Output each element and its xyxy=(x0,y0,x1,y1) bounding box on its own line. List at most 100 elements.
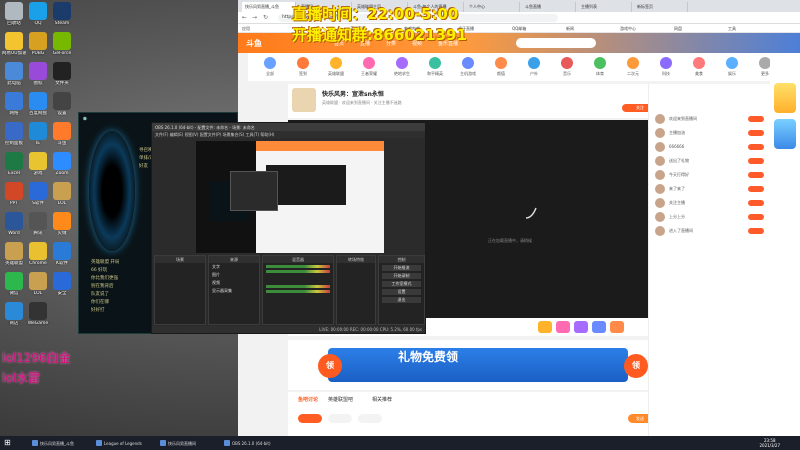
gift-icon-2[interactable] xyxy=(556,321,570,333)
studio-mode-button[interactable]: 工作室模式 xyxy=(382,281,421,287)
streamer-avatar[interactable] xyxy=(292,88,316,112)
gift-icon-1[interactable] xyxy=(538,321,552,333)
browser-tab[interactable]: 主播列表 xyxy=(578,2,632,12)
banner-ling-left[interactable]: 领 xyxy=(318,354,342,378)
gift-icon-5[interactable] xyxy=(610,321,624,333)
category-item[interactable]: 美食 xyxy=(687,57,711,77)
browser-tab[interactable]: 斗鱼直播 xyxy=(522,2,576,12)
category-item[interactable]: 王者荣耀 xyxy=(357,57,381,77)
back-icon[interactable]: ← xyxy=(242,14,247,21)
taskbar-item[interactable]: OBS 26.1.0 (64-bit) xyxy=(222,438,274,448)
category-item[interactable]: 户外 xyxy=(522,57,546,77)
category-item[interactable]: 全部 xyxy=(258,57,282,77)
desktop-icon[interactable]: Word xyxy=(2,212,26,236)
douyu-logo-icon[interactable]: 斗鱼 xyxy=(246,38,262,49)
taskbar-item[interactable]: 快乐风男直播间 xyxy=(158,438,199,448)
desktop-icon[interactable]: WeGame xyxy=(26,302,50,326)
exit-button[interactable]: 退出 xyxy=(382,297,421,303)
search-input[interactable] xyxy=(516,38,596,48)
desktop-icon[interactable]: Steam xyxy=(50,2,74,26)
sidebar-promo-2[interactable] xyxy=(774,119,796,149)
desktop-icon[interactable]: 微信 xyxy=(2,272,26,296)
tab-fishbar[interactable]: 鱼吧讨论 xyxy=(298,396,318,403)
desktop-icon[interactable]: 商店 xyxy=(2,302,26,326)
desktop-icon[interactable]: 游戏 xyxy=(26,152,50,176)
category-item[interactable]: 签到 xyxy=(291,57,315,77)
category-item[interactable]: 体育 xyxy=(588,57,612,77)
bookmark-item[interactable]: 网盘 xyxy=(674,26,682,32)
category-item[interactable]: 音乐 xyxy=(555,57,579,77)
category-item[interactable]: 和平精英 xyxy=(423,57,447,77)
start-stream-button[interactable]: 开始推流 xyxy=(382,265,421,271)
desktop-icon[interactable]: 回收站 xyxy=(2,2,26,26)
category-item[interactable]: 绝地求生 xyxy=(390,57,414,77)
pill-post[interactable] xyxy=(298,414,322,423)
gift-icon-3[interactable] xyxy=(574,321,588,333)
bookmark-item[interactable]: 工具 xyxy=(728,26,736,32)
taskbar-item[interactable]: 快乐风男直播_斗鱼 xyxy=(30,438,77,448)
desktop-icon[interactable]: K软件 xyxy=(50,242,74,266)
desktop-icon[interactable]: LOL xyxy=(50,182,74,206)
taskbar-item[interactable]: League of Legends xyxy=(94,438,145,448)
desktop-icon[interactable]: Excel xyxy=(2,152,26,176)
desktop-icon[interactable]: 安全 xyxy=(50,272,74,296)
desktop-icon[interactable]: LOL xyxy=(26,272,50,296)
desktop-icon[interactable]: 英雄联盟 xyxy=(2,242,26,266)
category-item[interactable]: 颜值 xyxy=(489,57,513,77)
desktop-icon[interactable]: Chrome xyxy=(26,242,50,266)
desktop-icon[interactable]: QQ xyxy=(26,2,50,26)
category-item[interactable]: 二次元 xyxy=(621,57,645,77)
desktop-icon[interactable]: 斗鱼 xyxy=(50,122,74,146)
pill-2[interactable] xyxy=(328,414,352,423)
category-item[interactable]: 科技 xyxy=(654,57,678,77)
desktop-icon[interactable]: 百度网盘 xyxy=(26,92,50,116)
start-record-button[interactable]: 开始录制 xyxy=(382,273,421,279)
category-item[interactable]: 英雄联盟 xyxy=(324,57,348,77)
category-item[interactable]: 娱乐 xyxy=(720,57,744,77)
desktop-icon[interactable]: 网络 xyxy=(2,92,26,116)
browser-tab[interactable]: 新标签页 xyxy=(634,2,688,12)
tab-related[interactable]: 相关推荐 xyxy=(372,396,392,403)
bookmark-item[interactable]: 游戏中心 xyxy=(620,26,636,32)
taskbar-clock[interactable]: 23:58 2021/3/27 xyxy=(759,438,780,448)
obs-source-3[interactable]: 视频 xyxy=(209,279,259,287)
desktop-icon[interactable]: 网易UU加速器 xyxy=(2,32,26,56)
obs-source-2[interactable]: 图片 xyxy=(209,271,259,279)
bookmark-item[interactable]: 新闻 xyxy=(566,26,574,32)
bookmark-item[interactable]: 应用 xyxy=(242,26,250,32)
forward-icon[interactable]: → xyxy=(252,14,257,21)
browser-tab[interactable]: 个人中心 xyxy=(466,2,520,12)
desktop-icon[interactable]: 控制面板 xyxy=(2,122,26,146)
desktop-icon[interactable]: 火绒 xyxy=(50,212,74,236)
desktop-icon[interactable]: PUBG xyxy=(26,32,50,56)
obs-source-4[interactable]: 显示器采集 xyxy=(209,287,259,295)
desktop-icon[interactable]: 此电脑 xyxy=(2,62,26,86)
tab-lolbar[interactable]: 英雄联盟吧 xyxy=(328,396,353,403)
free-gift-banner[interactable]: 领 领 礼物免费领 xyxy=(288,340,672,390)
obs-source-1[interactable]: 文字 xyxy=(209,263,259,271)
start-icon[interactable]: ⊞ xyxy=(4,438,14,448)
desktop-icon[interactable]: S软件 xyxy=(26,182,50,206)
banner-ling-right[interactable]: 领 xyxy=(624,354,648,378)
desktop-icon[interactable]: 图标 xyxy=(26,62,50,86)
app-icon xyxy=(5,182,23,200)
desktop-icon[interactable]: Zoom xyxy=(50,152,74,176)
reload-icon[interactable]: ↻ xyxy=(263,14,268,21)
browser-tab[interactable]: 快乐风男直播_斗鱼 xyxy=(242,2,296,12)
gift-icon-4[interactable] xyxy=(592,321,606,333)
lol-side-3[interactable]: 好友 xyxy=(139,163,148,169)
desktop-icon-label: LOL xyxy=(57,201,67,206)
category-item[interactable]: 主机游戏 xyxy=(456,57,480,77)
settings-button[interactable]: 设置 xyxy=(382,289,421,295)
obs-window[interactable]: OBS 26.1.0 (64-bit) - 配置文件: 未命名 - 场景: 未命… xyxy=(151,122,426,334)
desktop-icon[interactable]: IE xyxy=(26,122,50,146)
desktop-icon[interactable]: 腾讯 xyxy=(26,212,50,236)
desktop-icon[interactable]: 文件夹 xyxy=(50,62,74,86)
desktop-icon[interactable]: 设置 xyxy=(50,92,74,116)
pill-3[interactable] xyxy=(358,414,382,423)
obs-menu[interactable]: 文件(F) 编辑(E) 视图(V) 配置文件(P) 场景集合(S) 工具(T) … xyxy=(152,131,425,138)
bookmark-item[interactable]: QQ邮箱 xyxy=(512,26,526,32)
sidebar-promo-1[interactable] xyxy=(774,83,796,113)
desktop-icon[interactable]: GeForce xyxy=(50,32,74,56)
desktop-icon[interactable]: PPT xyxy=(2,182,26,206)
